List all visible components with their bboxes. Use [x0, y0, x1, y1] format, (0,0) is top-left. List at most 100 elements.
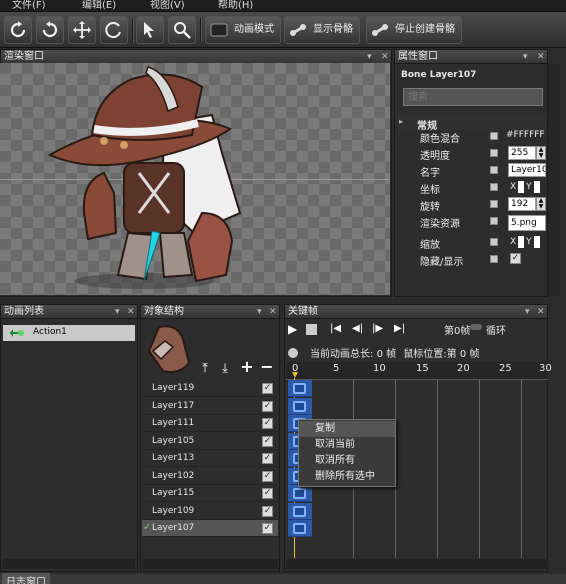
layer-visible-checkbox[interactable]: ✓	[262, 453, 273, 464]
move-top-icon[interactable]: ⤒	[197, 361, 213, 377]
layer-row[interactable]: Layer113 ✓	[142, 450, 278, 467]
close-icon[interactable]: ✕	[269, 306, 277, 319]
rotation-input[interactable]: 192	[508, 197, 536, 211]
y-input[interactable]	[534, 236, 540, 248]
move-button[interactable]	[68, 16, 96, 44]
layer-visible-checkbox[interactable]: ✓	[262, 401, 273, 412]
animation-item-label: Action1	[33, 327, 67, 337]
stop-create-bones-button[interactable]: 停止创建骨骼	[366, 16, 462, 44]
layer-visible-checkbox[interactable]: ✓	[262, 471, 273, 482]
layer-row[interactable]: Layer117 ✓	[142, 398, 278, 415]
keyframe-checkbox[interactable]	[490, 255, 498, 263]
property-search-input[interactable]	[403, 88, 543, 106]
visible-checkbox[interactable]: ✓	[510, 253, 521, 264]
layer-row-selected[interactable]: ✓ Layer107 ✓	[142, 520, 278, 537]
last-frame-icon[interactable]: ▶|	[394, 323, 405, 334]
rotate-button[interactable]	[100, 16, 128, 44]
layer-visible-checkbox[interactable]: ✓	[262, 418, 273, 429]
color-value[interactable]: #FFFFFF	[504, 129, 546, 143]
menu-edit[interactable]: 编辑(E)	[82, 0, 116, 12]
layer-name: Layer107	[152, 523, 195, 533]
rotation-spinner[interactable]: ▲ ▼	[536, 197, 546, 211]
anim-mode-button[interactable]: 动画模式	[205, 16, 281, 44]
add-layer-icon[interactable]: +	[239, 359, 255, 375]
layer-visible-checkbox[interactable]: ✓	[262, 488, 273, 499]
move-icon	[73, 21, 91, 39]
context-cancel-all[interactable]: 取消所有	[299, 453, 395, 469]
layer-visible-checkbox[interactable]: ✓	[262, 523, 273, 534]
zoom-button[interactable]	[168, 16, 196, 44]
layer-row[interactable]: Layer115 ✓	[142, 485, 278, 502]
properties-title-bar: 属性窗口 ▾ ✕	[395, 50, 547, 64]
play-icon[interactable]: ▶	[288, 322, 297, 336]
redo-button[interactable]	[36, 16, 64, 44]
keyframe-checkbox[interactable]	[490, 200, 498, 208]
pin-icon[interactable]: ▾	[525, 306, 530, 319]
close-icon[interactable]: ✕	[537, 306, 545, 319]
resource-input[interactable]: 5.png	[508, 215, 546, 231]
stop-icon[interactable]	[306, 324, 317, 335]
layer-visible-checkbox[interactable]: ✓	[262, 383, 273, 394]
menu-view[interactable]: 视图(V)	[150, 0, 185, 12]
redo-icon	[42, 21, 58, 38]
layer-name: Layer102	[152, 471, 195, 481]
close-icon[interactable]: ✕	[127, 306, 135, 319]
remove-layer-icon[interactable]: −	[259, 359, 275, 375]
context-delete-selected[interactable]: 删除所有选中	[299, 469, 395, 485]
x-input[interactable]	[518, 181, 524, 193]
keyframe-checkbox[interactable]	[490, 183, 498, 191]
keyframe-cell[interactable]	[288, 398, 312, 415]
menu-help[interactable]: 帮助(H)	[218, 0, 253, 12]
opacity-spinner[interactable]: ▲ ▼	[536, 146, 546, 160]
keyframe-checkbox[interactable]	[490, 149, 498, 157]
layer-row[interactable]: Layer102 ✓	[142, 468, 278, 485]
layer-row[interactable]: Layer119 ✓	[142, 380, 278, 397]
object-structure-title-bar: 对象结构 ▾ ✕	[141, 305, 279, 319]
prev-frame-icon[interactable]: ◀|	[352, 323, 363, 334]
pin-icon[interactable]: ▾	[115, 306, 120, 319]
menu-file[interactable]: 文件(F)	[12, 0, 46, 12]
animation-item[interactable]: Action1	[3, 325, 135, 341]
properties-scrollbar[interactable]	[548, 64, 558, 296]
onion-skin-icon[interactable]	[287, 345, 299, 359]
show-bones-button[interactable]: 显示骨骼	[284, 16, 360, 44]
layer-row[interactable]: Layer111 ✓	[142, 415, 278, 432]
keyframe-cell[interactable]	[288, 503, 312, 520]
pin-icon[interactable]: ▾	[523, 51, 528, 64]
select-button[interactable]	[136, 16, 164, 44]
layer-name: Layer109	[152, 506, 195, 516]
opacity-input[interactable]: 255	[508, 146, 536, 160]
keyframe-checkbox[interactable]	[490, 132, 498, 140]
undo-button[interactable]	[4, 16, 32, 44]
context-copy[interactable]: 复制	[299, 421, 395, 437]
tick-label: 15	[416, 363, 429, 374]
timeline-scrollbar[interactable]	[286, 559, 548, 569]
render-canvas[interactable]	[0, 63, 390, 295]
move-bottom-icon[interactable]: ⤓	[217, 361, 233, 377]
x-input[interactable]	[518, 236, 524, 248]
next-frame-icon[interactable]: |▶	[372, 323, 383, 334]
close-icon[interactable]: ✕	[537, 51, 545, 64]
log-window-tab[interactable]: 日志窗口	[2, 573, 50, 584]
first-frame-icon[interactable]: |◀	[330, 323, 341, 334]
layer-visible-checkbox[interactable]: ✓	[262, 506, 273, 517]
layer-visible-checkbox[interactable]: ✓	[262, 436, 273, 447]
keyframe-checkbox[interactable]	[490, 217, 498, 225]
select-arrow-icon	[144, 22, 154, 38]
context-cancel-current[interactable]: 取消当前	[299, 437, 395, 453]
tick-label: 20	[457, 363, 470, 374]
keyframe-checkbox[interactable]	[490, 238, 498, 246]
object-structure-scrollbar[interactable]	[142, 559, 278, 569]
loop-toggle[interactable]	[470, 324, 482, 330]
layer-row[interactable]: Layer105 ✓	[142, 433, 278, 450]
keyframe-checkbox[interactable]	[490, 166, 498, 174]
keyframe-cell[interactable]	[288, 485, 312, 502]
animation-list-scrollbar[interactable]	[3, 559, 135, 569]
pin-icon[interactable]: ▾	[257, 306, 262, 319]
keyframe-cell[interactable]	[288, 520, 312, 537]
layer-row[interactable]: Layer109 ✓	[142, 503, 278, 520]
keyframe-cell[interactable]	[288, 380, 312, 397]
name-input[interactable]: Layer107	[508, 163, 546, 177]
prop-row-name: 名字 Layer107	[400, 162, 550, 179]
y-input[interactable]	[534, 181, 540, 193]
